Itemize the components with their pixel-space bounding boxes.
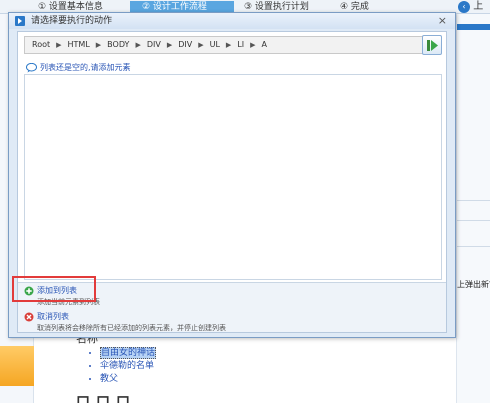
right-panel: 上弹出新窗 xyxy=(456,14,490,403)
action-panel: 添加到列表 添加当前元素到列表 取消列表 取消列表将会移除所有已经添加的列表元素… xyxy=(18,282,446,332)
bottom-text: 口口口 xyxy=(76,395,136,403)
dialog-titlebar[interactable]: 请选择要执行的动作 × xyxy=(9,13,455,29)
nav-previous[interactable]: ‹ 上 xyxy=(456,0,490,14)
go-button[interactable] xyxy=(422,35,442,55)
action-dialog: 请选择要执行的动作 × Root ▶ HTML ▶ BODY ▶ DIV ▶ D… xyxy=(8,12,456,338)
list-item[interactable]: 教父 xyxy=(100,373,156,386)
dialog-title: 请选择要执行的动作 xyxy=(31,16,113,26)
breadcrumb-item[interactable]: DIV xyxy=(144,40,164,49)
chevron-right-icon: ▶ xyxy=(166,40,173,49)
add-to-list-action[interactable]: 添加到列表 添加当前元素到列表 xyxy=(24,285,100,307)
chevron-right-icon: ▶ xyxy=(135,40,141,49)
cancel-list-action[interactable]: 取消列表 取消列表将会移除所有已经添加的列表元素，并停止创建列表 xyxy=(24,311,226,333)
right-panel-text: 上弹出新窗 xyxy=(457,280,490,289)
header-strip xyxy=(457,24,490,30)
add-to-list-label: 添加到列表 xyxy=(37,286,77,295)
app-icon xyxy=(15,16,25,26)
speech-bubble-icon xyxy=(26,62,37,72)
chevron-right-icon: ▶ xyxy=(56,40,62,49)
grid-line xyxy=(457,246,490,247)
list-item[interactable]: 伞德勒的名单 xyxy=(100,360,156,373)
breadcrumb: Root ▶ HTML ▶ BODY ▶ DIV ▶ DIV ▶ UL ▶ LI… xyxy=(24,36,426,54)
dialog-body: Root ▶ HTML ▶ BODY ▶ DIV ▶ DIV ▶ UL ▶ LI… xyxy=(17,31,447,333)
breadcrumb-item[interactable]: Root xyxy=(29,40,53,49)
grid-line xyxy=(457,200,490,201)
plus-circle-icon xyxy=(24,286,34,295)
cancel-list-description: 取消列表将会移除所有已经添加的列表元素，并停止创建列表 xyxy=(37,324,226,332)
empty-list-message: 列表还是空的,请添加元素 xyxy=(26,62,131,73)
add-to-list-description: 添加当前元素到列表 xyxy=(37,298,100,306)
breadcrumb-item[interactable]: DIV xyxy=(175,40,195,49)
chevron-right-icon: ▶ xyxy=(250,40,256,49)
chevron-right-icon: ▶ xyxy=(95,40,102,49)
close-button[interactable]: × xyxy=(438,14,447,28)
cancel-circle-icon xyxy=(24,312,34,321)
selected-panel-item[interactable] xyxy=(0,346,34,386)
chevron-right-icon: ▶ xyxy=(198,40,204,49)
empty-message-text: 列表还是空的,请添加元素 xyxy=(40,63,131,72)
grid-line xyxy=(457,220,490,221)
breadcrumb-item[interactable]: LI xyxy=(234,40,247,49)
chevron-right-icon: ▶ xyxy=(225,40,232,49)
arrow-right-icon xyxy=(427,40,438,51)
nav-label: 上 xyxy=(473,1,484,12)
cancel-list-label: 取消列表 xyxy=(37,312,69,321)
element-list[interactable] xyxy=(24,74,442,280)
breadcrumb-item[interactable]: UL xyxy=(207,40,223,49)
movie-list: 自由女的神话 伞德勒的名单 教父 xyxy=(88,347,157,386)
list-item[interactable]: 自由女的神话 xyxy=(100,347,157,360)
breadcrumb-item[interactable]: BODY xyxy=(104,40,132,49)
chevron-left-icon: ‹ xyxy=(458,1,470,13)
breadcrumb-item[interactable]: A xyxy=(259,40,270,49)
breadcrumb-item[interactable]: HTML xyxy=(65,40,93,49)
